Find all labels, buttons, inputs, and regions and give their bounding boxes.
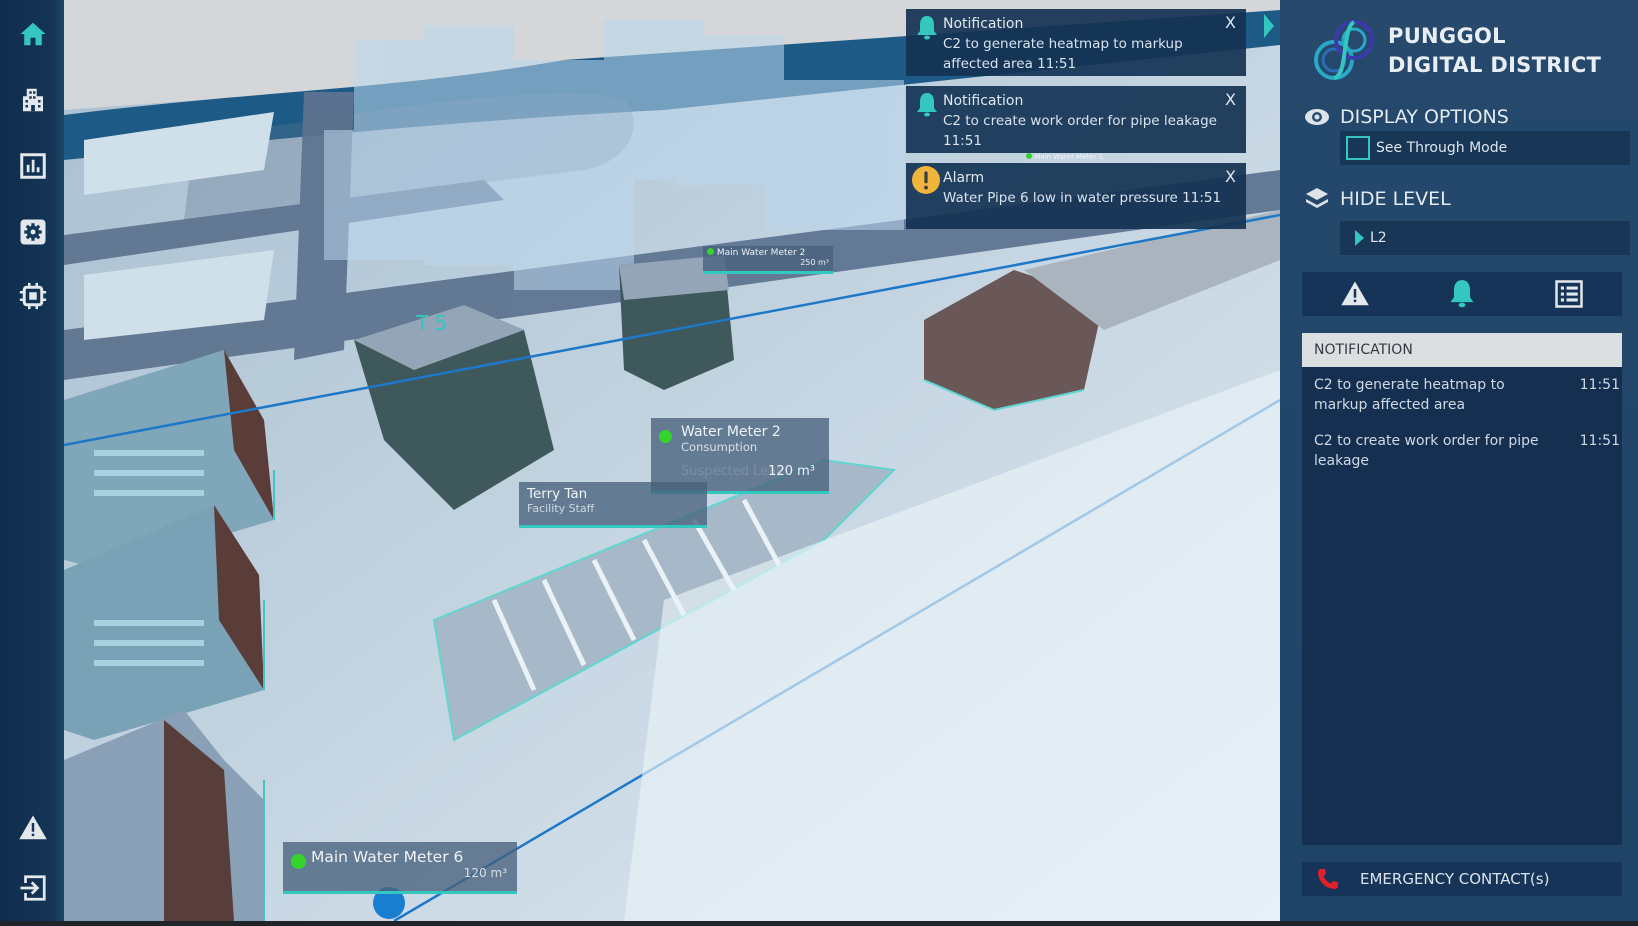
bottom-edge: [0, 921, 1638, 926]
toast-title: Notification: [943, 16, 1024, 32]
map-label-terry-tan[interactable]: Terry Tan Facility Staff: [519, 482, 707, 528]
toast-title: Notification: [943, 93, 1024, 109]
eye-icon: [1305, 109, 1329, 125]
tab-list[interactable]: [1515, 272, 1622, 316]
label-subtitle: Consumption: [681, 440, 758, 454]
emergency-label: EMERGENCY CONTACT(s): [1360, 870, 1550, 888]
panel-collapse-toggle[interactable]: [1264, 14, 1274, 38]
see-through-mode-option[interactable]: See Through Mode: [1340, 131, 1630, 165]
label-title: Terry Tan: [527, 486, 588, 502]
tower-tag-t5: T 5: [415, 311, 447, 335]
nav-settings-button[interactable]: [15, 214, 51, 250]
status-dot: [1026, 153, 1032, 159]
hide-level-label: HIDE LEVEL: [1340, 188, 1451, 210]
label-value: 250 m³: [800, 258, 829, 267]
status-dot: [291, 854, 306, 869]
map-label-main-water-meter-6[interactable]: Main Water Meter 6 120 m³: [283, 842, 517, 894]
bell-icon: [917, 93, 937, 117]
hide-level-heading: HIDE LEVEL: [1304, 186, 1451, 212]
label-value: 120 m³: [768, 464, 815, 479]
layers-icon: [1306, 188, 1328, 208]
display-options-heading: DISPLAY OPTIONS: [1304, 104, 1509, 130]
warning-icon: [1341, 281, 1370, 306]
notification-header: NOTIFICATION: [1302, 333, 1622, 367]
brand-line-2: DIGITAL DISTRICT: [1388, 53, 1602, 77]
lower-left-towers: [64, 350, 275, 921]
home-icon: [20, 22, 46, 46]
nav-analytics-button[interactable]: [15, 148, 51, 184]
toast-message: C2 to generate heatmap to markup affecte…: [943, 36, 1183, 72]
toast-notification-2: Notification C2 to create work order for…: [906, 86, 1246, 153]
punggol-logo-icon: [1314, 20, 1374, 80]
notification-time: 11:51: [1579, 377, 1620, 393]
warning-icon: [19, 815, 47, 840]
right-panel: PUNGGOL DIGITAL DISTRICT DISPLAY OPTIONS…: [1264, 0, 1638, 921]
status-dot: [707, 248, 714, 255]
nav-buildings-button[interactable]: [15, 82, 51, 118]
toast-title: Alarm: [943, 170, 985, 186]
label-title: Main Water Meter 6: [311, 848, 464, 866]
bar-chart-icon: [20, 153, 46, 179]
exclamation-icon: [912, 166, 940, 194]
label-title: Main Water Meter 2: [716, 248, 806, 258]
left-nav: [0, 0, 64, 921]
tab-notifications[interactable]: [1409, 272, 1516, 316]
notification-time: 11:51: [1579, 433, 1620, 449]
logout-icon: [20, 875, 46, 901]
toast-message: C2 to create work order for pipe leakage…: [943, 113, 1217, 149]
map-label-main-water-meter-1[interactable]: Main Water Meter 1: [1026, 153, 1103, 161]
gear-icon: [20, 219, 46, 245]
level-value: L2: [1370, 230, 1387, 246]
toast-close-button[interactable]: X: [1225, 90, 1236, 110]
toast-alarm: Alarm Water Pipe 6 low in water pressure…: [906, 163, 1246, 229]
chip-icon: [19, 282, 47, 310]
label-value: 120 m³: [463, 866, 507, 880]
phone-icon: [1318, 869, 1338, 889]
brand-title: PUNGGOL DIGITAL DISTRICT: [1388, 22, 1601, 80]
bell-icon: [1450, 280, 1474, 308]
nav-devices-button[interactable]: [15, 278, 51, 314]
map-label-main-water-meter-2[interactable]: Main Water Meter 2 250 m³: [703, 246, 833, 274]
see-through-label: See Through Mode: [1376, 140, 1508, 156]
notification-message: C2 to generate heatmap to markup affecte…: [1314, 377, 1505, 413]
brand-line-1: PUNGGOL: [1388, 24, 1506, 48]
notification-message: C2 to create work order for pipe leakage: [1314, 433, 1539, 469]
nav-logout-button[interactable]: [15, 870, 51, 906]
toast-close-button[interactable]: X: [1225, 13, 1236, 33]
label-title: Main Water Meter 1: [1034, 153, 1104, 161]
building-icon: [23, 88, 43, 112]
display-options-label: DISPLAY OPTIONS: [1340, 106, 1509, 128]
label-title: Water Meter 2: [681, 424, 781, 440]
panel-tabs: [1302, 272, 1622, 316]
nav-alerts-button[interactable]: [15, 810, 51, 846]
notification-list-item[interactable]: C2 to generate heatmap to markup affecte…: [1302, 367, 1622, 423]
toast-close-button[interactable]: X: [1225, 167, 1236, 187]
see-through-checkbox[interactable]: [1346, 136, 1370, 160]
list-icon: [1554, 280, 1583, 308]
notification-panel: NOTIFICATION C2 to generate heatmap to m…: [1302, 333, 1622, 845]
label-subtitle: Facility Staff: [527, 502, 595, 515]
bell-icon: [917, 16, 937, 40]
nav-home-button[interactable]: [15, 16, 51, 52]
toast-notification-1: Notification C2 to generate heatmap to m…: [906, 9, 1246, 76]
expand-triangle-icon: [1355, 230, 1364, 246]
emergency-contacts-button[interactable]: EMERGENCY CONTACT(s): [1302, 862, 1622, 896]
hide-level-selector[interactable]: L2: [1340, 221, 1630, 255]
notification-list-item[interactable]: C2 to create work order for pipe leakage…: [1302, 423, 1622, 479]
status-dot: [659, 430, 672, 443]
tab-alarms[interactable]: [1302, 272, 1409, 316]
toast-message: Water Pipe 6 low in water pressure 11:51: [943, 190, 1222, 206]
